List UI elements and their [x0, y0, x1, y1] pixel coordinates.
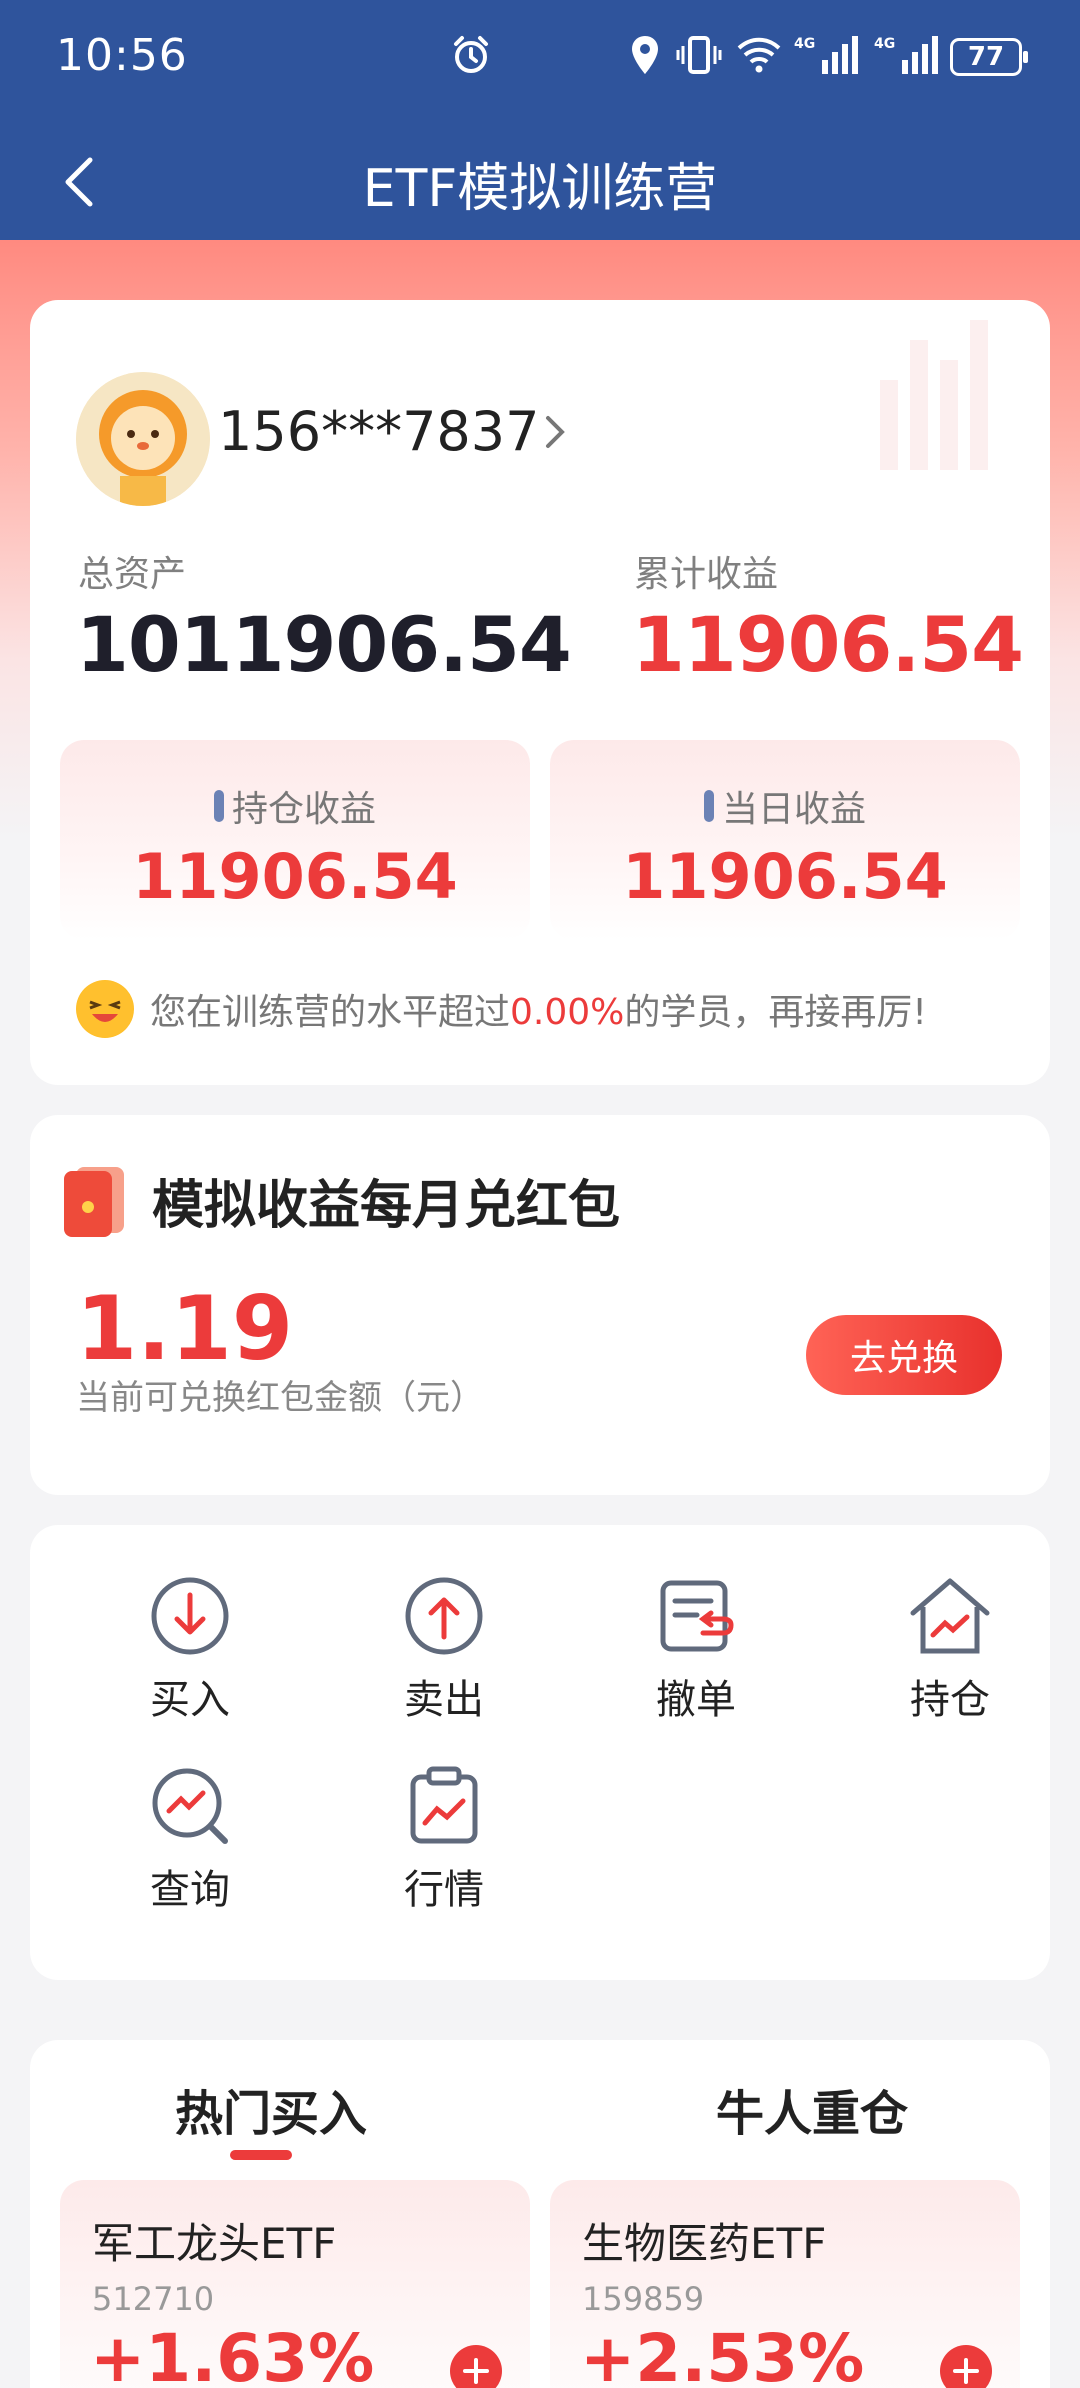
- total-assets-value: 1011906.54: [76, 600, 572, 689]
- signal-4g-icon: 4G: [794, 36, 858, 74]
- signal-4g-icon-2: 4G: [874, 36, 938, 74]
- holdings-house-icon: [910, 1578, 990, 1654]
- plus-icon: [463, 2358, 489, 2384]
- etf-code: 159859: [582, 2280, 705, 2318]
- action-buy-label: 买入: [150, 1677, 230, 1723]
- user-id[interactable]: 156***7837: [218, 400, 540, 463]
- level-prefix: 您在训练营的水平超过: [150, 992, 511, 1033]
- add-button[interactable]: [940, 2345, 992, 2388]
- tab-active-indicator: [230, 2150, 292, 2160]
- wifi-icon: [737, 37, 781, 73]
- query-search-icon: [152, 1768, 228, 1844]
- page-title: ETF模拟训练营: [362, 159, 718, 219]
- etf-change: +1.63%: [90, 2320, 375, 2388]
- etf-name: 生物医药ETF: [582, 2219, 827, 2268]
- action-sell[interactable]: 卖出: [364, 1575, 524, 1725]
- etf-change: +2.53%: [580, 2320, 865, 2388]
- daily-profit-label-row: 当日收益: [550, 780, 1020, 832]
- position-profit-value: 11906.54: [132, 840, 458, 913]
- daily-profit-value: 11906.54: [622, 840, 948, 913]
- position-profit-label-row: 持仓收益: [60, 780, 530, 832]
- level-text: 您在训练营的水平超过0.00%的学员，再接再厉!: [150, 983, 927, 1035]
- vibrate-icon: [676, 36, 722, 74]
- lion-avatar-icon: [76, 372, 210, 506]
- level-suffix: 的学员，再接再厉!: [624, 992, 927, 1033]
- cumulative-value: 11906.54: [632, 600, 1024, 689]
- tab-hot-buy[interactable]: 热门买入: [175, 2074, 367, 2144]
- nav-bar: ETF模拟训练营: [0, 120, 1080, 240]
- position-profit-card[interactable]: 持仓收益 11906.54: [60, 740, 530, 940]
- action-query-label: 查询: [150, 1867, 230, 1913]
- plus-icon: [953, 2358, 979, 2384]
- action-buy[interactable]: 买入: [110, 1575, 270, 1725]
- add-button[interactable]: [450, 2345, 502, 2388]
- cumulative-label: 累计收益: [634, 554, 779, 595]
- position-profit-label: 持仓收益: [231, 789, 376, 830]
- account-summary-card: 156***7837 总资产 1011906.54 累计收益 11906.54 …: [30, 300, 1050, 1085]
- svg-text:4G: 4G: [874, 36, 895, 52]
- level-message: 您在训练营的水平超过0.00%的学员，再接再厉!: [76, 980, 927, 1038]
- red-packet-amount: 1.19: [76, 1277, 294, 1380]
- cancel-order-icon: [660, 1580, 734, 1652]
- alarm-icon: [454, 36, 488, 73]
- action-cancel-order-label: 撤单: [656, 1677, 736, 1723]
- etf-code: 512710: [92, 2280, 215, 2318]
- red-packet-card: 模拟收益每月兑红包 1.19 当前可兑换红包金额（元） 去兑换: [30, 1115, 1050, 1495]
- etf-item[interactable]: 生物医药ETF 159859 +2.53%: [550, 2180, 1020, 2388]
- daily-profit-card[interactable]: 当日收益 11906.54: [550, 740, 1020, 940]
- page: 10:56 4G 4G 77 ETF模拟训练营 156***7837 总资产 1…: [0, 0, 1080, 2388]
- red-packet-title: 模拟收益每月兑红包: [152, 1176, 621, 1236]
- buy-arrow-down-icon: [151, 1577, 229, 1655]
- bar-marker-icon: [703, 790, 714, 822]
- action-sell-label: 卖出: [404, 1677, 484, 1723]
- decorative-bars-icon: [880, 320, 988, 470]
- avatar[interactable]: [76, 372, 210, 506]
- redeem-button[interactable]: 去兑换: [806, 1315, 1002, 1395]
- market-clipboard-icon: [410, 1766, 478, 1844]
- svg-text:4G: 4G: [794, 36, 815, 52]
- bar-marker-icon: [213, 790, 224, 822]
- hot-list-card: 热门买入 牛人重仓 军工龙头ETF 512710 +1.63% 生物医药ETF …: [30, 2040, 1050, 2388]
- chevron-right-icon[interactable]: [540, 410, 570, 454]
- tab-top-holdings[interactable]: 牛人重仓: [716, 2074, 908, 2144]
- battery-indicator: 77: [950, 38, 1028, 76]
- smile-emoji-icon: [76, 980, 134, 1038]
- action-cancel-order[interactable]: 撤单: [616, 1575, 776, 1725]
- status-time: 10:56: [56, 30, 188, 81]
- trade-actions-card: 买入 卖出 撤单 持仓 查询 行情: [30, 1525, 1050, 1980]
- level-percent: 0.00%: [510, 992, 625, 1033]
- red-packet-desc: 当前可兑换红包金额（元）: [76, 1378, 484, 1418]
- red-envelope-icon: [64, 1167, 124, 1237]
- total-assets-label: 总资产: [78, 554, 187, 595]
- action-holdings[interactable]: 持仓: [870, 1575, 1030, 1725]
- location-icon: [632, 36, 658, 74]
- action-market[interactable]: 行情: [364, 1765, 524, 1915]
- status-bar: 10:56 4G 4G 77: [0, 0, 1080, 120]
- battery-level: 77: [967, 42, 1005, 72]
- daily-profit-label: 当日收益: [721, 789, 866, 830]
- etf-item[interactable]: 军工龙头ETF 512710 +1.63%: [60, 2180, 530, 2388]
- action-market-label: 行情: [404, 1867, 484, 1913]
- action-query[interactable]: 查询: [110, 1765, 270, 1915]
- sell-arrow-up-icon: [405, 1577, 483, 1655]
- etf-name: 军工龙头ETF: [92, 2219, 337, 2268]
- action-holdings-label: 持仓: [910, 1677, 990, 1723]
